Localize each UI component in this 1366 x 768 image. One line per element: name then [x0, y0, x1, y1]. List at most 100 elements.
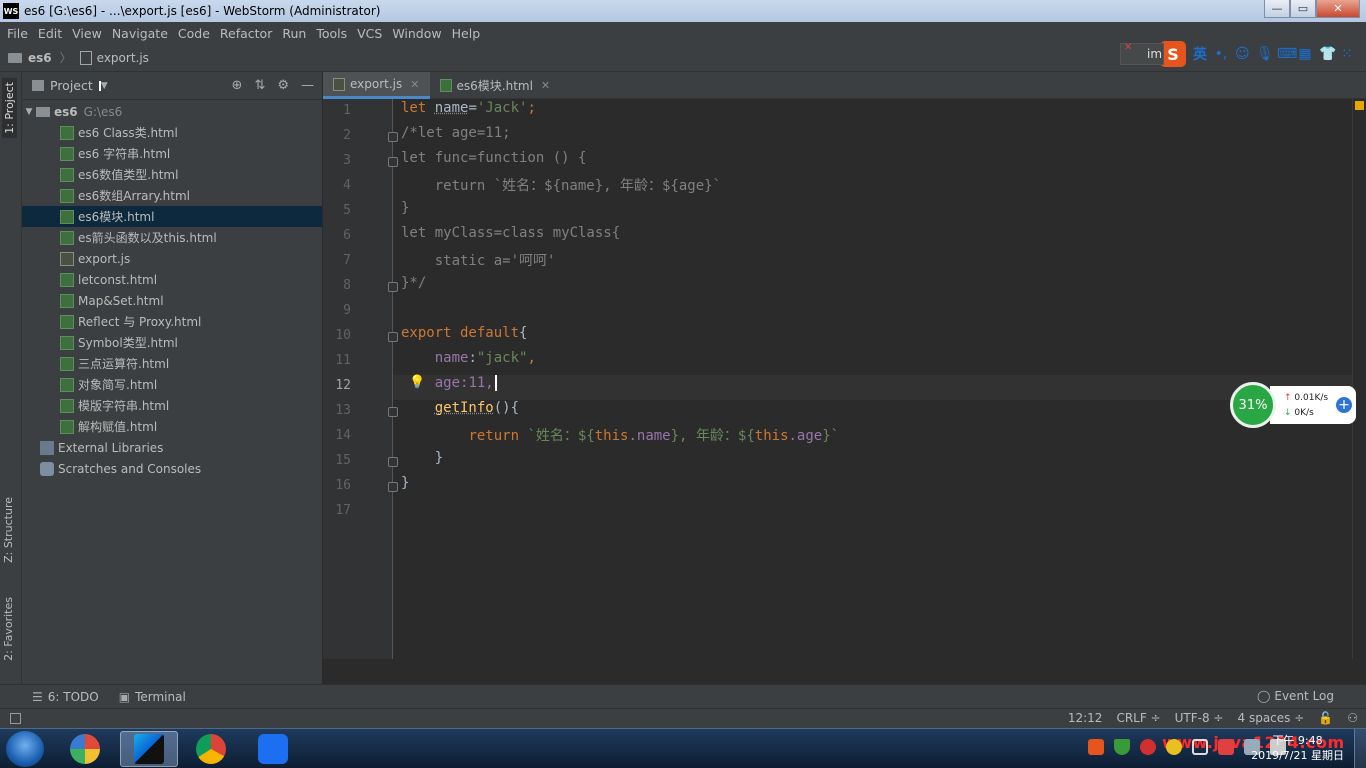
tree-file-item[interactable]: 对象简写.html [22, 374, 322, 395]
skin-shirt-icon[interactable]: 👕 [1319, 46, 1336, 62]
tool-window-project[interactable]: 1: Project [2, 78, 17, 138]
fold-marker-icon[interactable] [388, 407, 398, 417]
breadcrumb-separator: 〉 [59, 51, 72, 65]
fold-marker-icon[interactable] [388, 332, 398, 342]
network-speed-widget[interactable]: ↑ 0.01K/s ↓ 0K/s + 31% [1230, 382, 1356, 428]
menu-file[interactable]: File [2, 26, 33, 41]
warning-marker-icon[interactable] [1355, 101, 1364, 110]
collapse-all-icon[interactable]: ⇅ [254, 78, 265, 93]
toolbox-icon[interactable]: ▦ [1298, 46, 1312, 62]
punctuation-icon[interactable]: •, [1214, 46, 1228, 62]
toggle-tool-windows-icon[interactable] [10, 713, 21, 724]
menu-window[interactable]: Window [387, 26, 446, 41]
menu-view[interactable]: View [67, 26, 107, 41]
menu-vcs[interactable]: VCS [352, 26, 387, 41]
tree-external-libraries[interactable]: External Libraries [22, 437, 322, 458]
memory-usage-percent[interactable]: 31% [1230, 382, 1276, 428]
close-button[interactable]: ✕ [1316, 0, 1360, 18]
terminal-tool-button[interactable]: ▣ Terminal [111, 690, 186, 704]
plus-tray-icon[interactable] [1166, 739, 1182, 755]
menu-edit[interactable]: Edit [33, 26, 67, 41]
tree-file-item[interactable]: Symbol类型.html [22, 332, 322, 353]
error-stripe[interactable] [1352, 99, 1366, 659]
expand-arrow-icon[interactable]: ▼ [22, 107, 36, 117]
emoji-icon[interactable]: ☺ [1235, 46, 1250, 62]
keyboard-icon[interactable]: ⌨ [1277, 46, 1297, 62]
taskbar-app-pinwheel[interactable] [56, 731, 114, 767]
system-clock[interactable]: 下午 9:48 2019/7/21 星期日 [1251, 733, 1344, 763]
tree-file-item[interactable]: es6数组Arrary.html [22, 185, 322, 206]
menu-code[interactable]: Code [173, 26, 215, 41]
microphone-icon[interactable]: 🎙 [1256, 46, 1274, 62]
ime-language[interactable]: 英 [1193, 44, 1207, 64]
close-tab-icon[interactable]: ✕ [410, 78, 419, 91]
chevron-down-icon[interactable]: ▼ [98, 80, 108, 91]
tree-file-item[interactable]: es6数值类型.html [22, 164, 322, 185]
maximize-button[interactable]: ▭ [1290, 0, 1316, 18]
lightbulb-icon[interactable]: 💡 [409, 375, 425, 390]
indent-setting[interactable]: 4 spaces ÷ [1238, 711, 1305, 725]
tab-export-js[interactable]: export.js ✕ [323, 72, 430, 99]
menu-refactor[interactable]: Refactor [215, 26, 277, 41]
menu-tools[interactable]: Tools [311, 26, 352, 41]
webstorm-logo-icon: WS [3, 3, 19, 19]
breadcrumb-project[interactable]: es6 [28, 51, 52, 65]
shield-icon[interactable] [1114, 739, 1130, 755]
start-button[interactable] [6, 731, 44, 767]
tree-file-label: es6数值类型.html [78, 168, 179, 182]
hide-panel-icon[interactable]: — [301, 78, 314, 93]
fold-marker-icon[interactable] [388, 457, 398, 467]
fold-marker-icon[interactable] [388, 132, 398, 142]
tree-file-item[interactable]: es箭头函数以及this.html [22, 227, 322, 248]
caret-position[interactable]: 12:12 [1068, 711, 1103, 725]
accelerate-plus-icon[interactable]: + [1336, 397, 1352, 413]
menu-run[interactable]: Run [277, 26, 311, 41]
fold-marker-icon[interactable] [388, 157, 398, 167]
tree-file-item[interactable]: letconst.html [22, 269, 322, 290]
menu-navigate[interactable]: Navigate [107, 26, 173, 41]
gear-icon[interactable]: ⚙ [277, 78, 289, 93]
todo-tool-button[interactable]: ☰ 6: TODO [12, 690, 99, 704]
locate-file-icon[interactable]: ⊕ [232, 78, 243, 93]
taskbar-app-webstorm[interactable] [120, 731, 178, 767]
tree-file-item[interactable]: 三点运算符.html [22, 353, 322, 374]
display-icon[interactable] [1192, 739, 1208, 755]
grid-menu-icon[interactable]: ⁙ [1340, 46, 1354, 62]
show-desktop-button[interactable] [1354, 729, 1366, 768]
breadcrumb-file[interactable]: export.js [97, 51, 149, 65]
sogou-tray-icon[interactable] [1088, 739, 1104, 755]
lock-icon[interactable]: 🔓 [1318, 711, 1333, 725]
code-editor[interactable]: 1 2 3 4 5 6 7 8 9 10 11 12 13 14 15 16 17 let name='Jack… [323, 99, 1366, 659]
file-encoding[interactable]: UTF-8 ÷ [1175, 711, 1224, 725]
project-panel-title[interactable]: Project [50, 78, 93, 93]
minimize-button[interactable]: — [1264, 0, 1290, 18]
tree-scratches[interactable]: Scratches and Consoles [22, 458, 322, 479]
tree-root[interactable]: ▼ es6 G:\es6 [22, 101, 322, 122]
tree-file-item[interactable]: es6 字符串.html [22, 143, 322, 164]
tab-es6-module-html[interactable]: es6模块.html ✕ [430, 72, 561, 99]
line-separator[interactable]: CRLF ÷ [1116, 711, 1160, 725]
taskbar-app-wps[interactable] [244, 731, 302, 767]
tool-window-structure[interactable]: Z: Structure [2, 497, 15, 563]
flag-icon[interactable] [1218, 739, 1234, 755]
close-tab-icon[interactable]: ✕ [541, 79, 550, 92]
tree-file-item[interactable]: export.js [22, 248, 322, 269]
event-log-button[interactable]: ◯ Event Log [1237, 689, 1334, 703]
tree-file-item[interactable]: es6 Class类.html [22, 122, 322, 143]
tree-file-item[interactable]: Map&Set.html [22, 290, 322, 311]
tree-file-item[interactable]: Reflect 与 Proxy.html [22, 311, 322, 332]
html-file-icon [439, 79, 452, 92]
tree-file-label: es6 字符串.html [78, 147, 171, 161]
ime-search-box[interactable]: ✕ im [1120, 42, 1164, 65]
close-icon[interactable]: ✕ [1124, 42, 1132, 53]
inspector-icon[interactable]: ⚇ [1347, 711, 1358, 725]
tool-window-favorites[interactable]: 2: Favorites [2, 597, 15, 661]
menu-help[interactable]: Help [447, 26, 486, 41]
fold-marker-icon[interactable] [388, 282, 398, 292]
tree-file-item[interactable]: 解构赋值.html [22, 416, 322, 437]
taskbar-app-chrome[interactable] [182, 731, 240, 767]
fold-marker-icon[interactable] [388, 482, 398, 492]
tree-file-item[interactable]: es6模块.html [22, 206, 322, 227]
tree-file-item[interactable]: 模版字符串.html [22, 395, 322, 416]
security-tray-icon[interactable] [1140, 739, 1156, 755]
